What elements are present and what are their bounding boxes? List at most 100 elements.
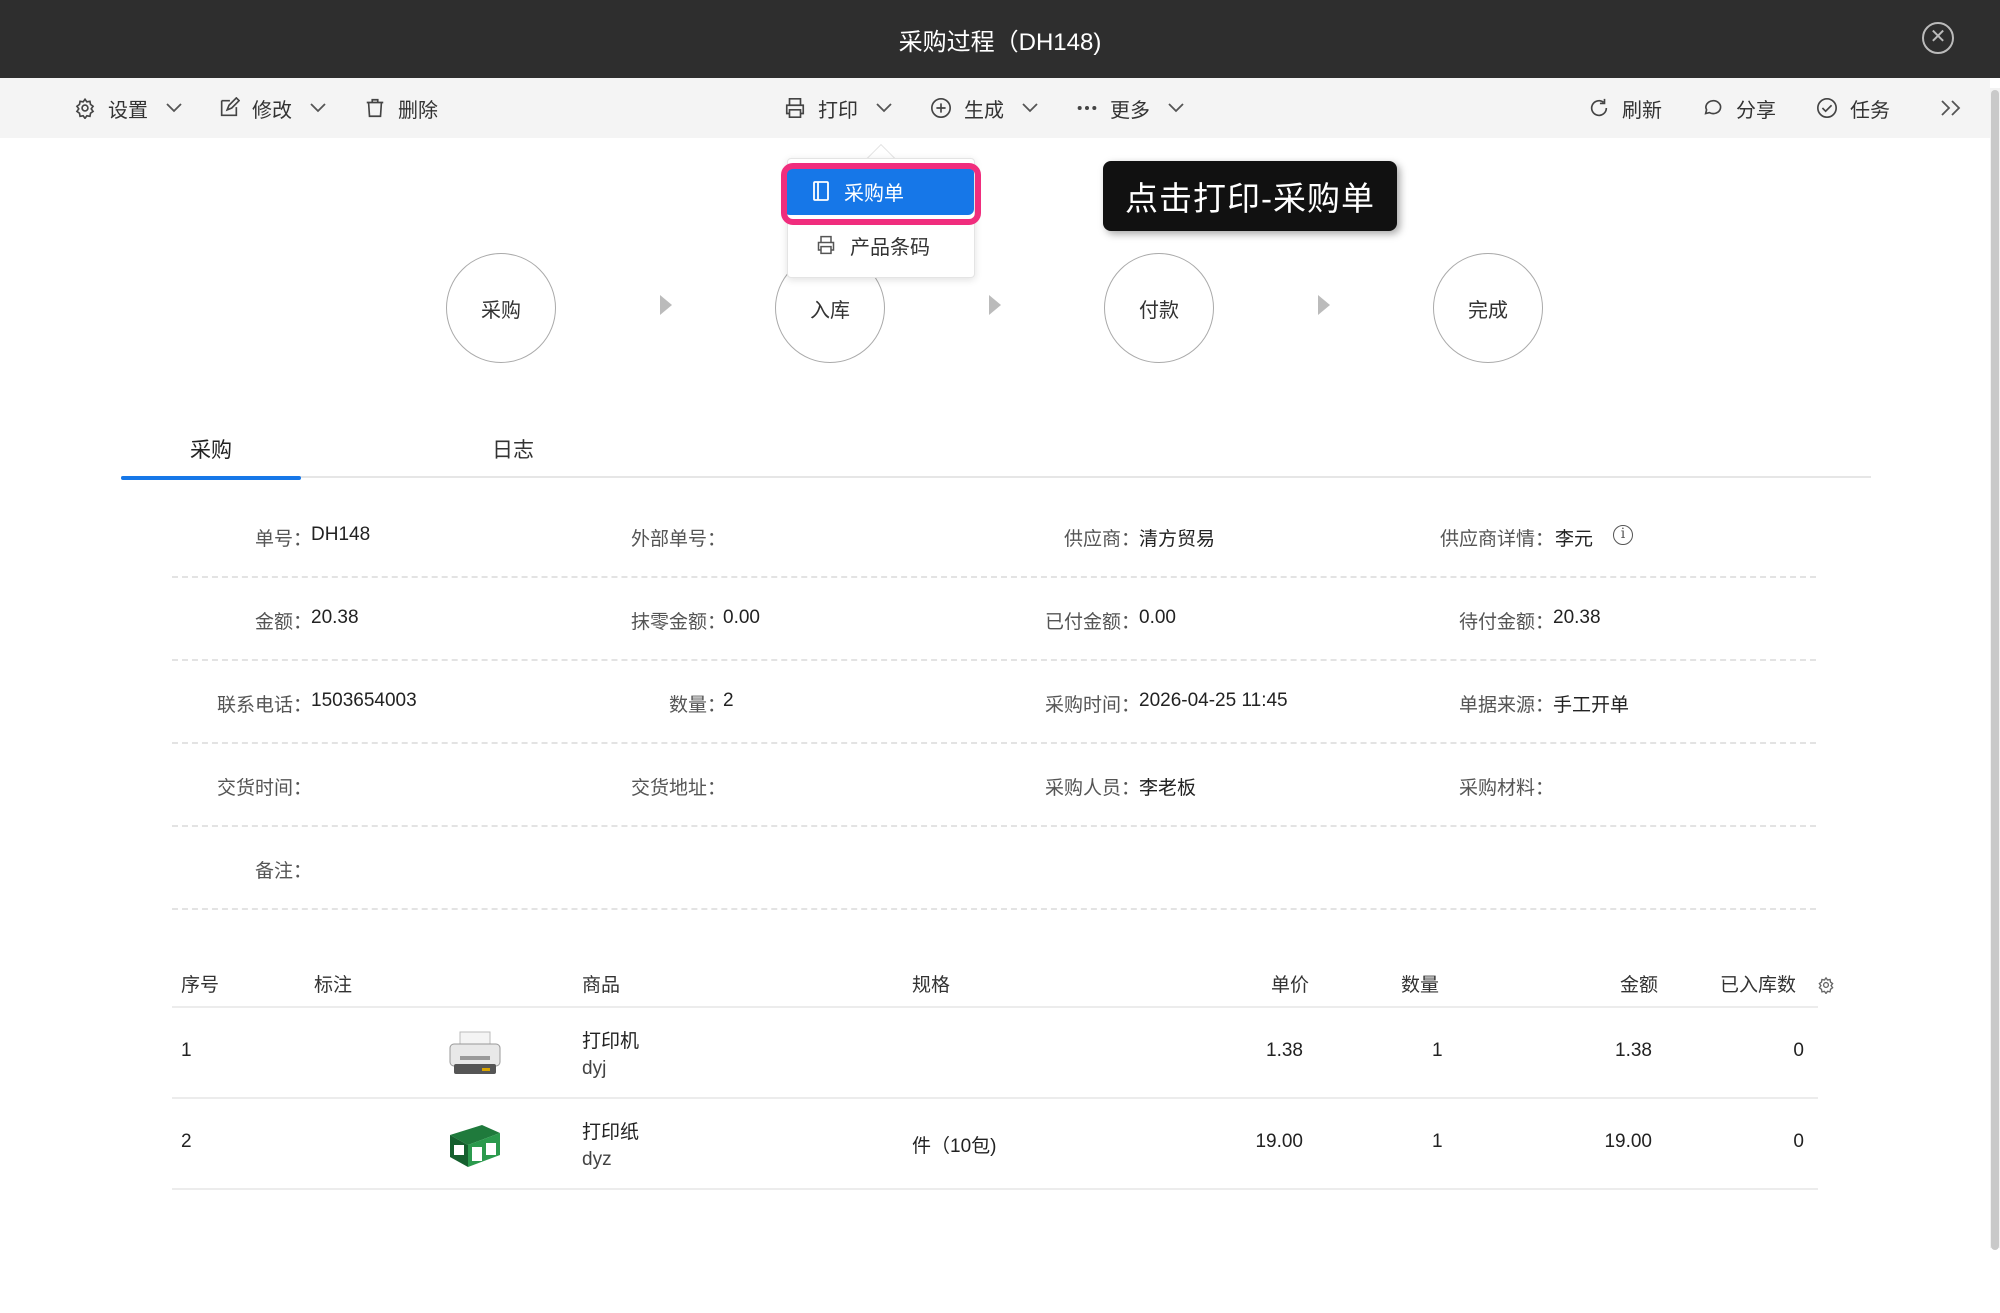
cell-qty: 1 [1432, 1131, 1443, 1152]
quantity-label: 数量： [668, 695, 726, 716]
more-button[interactable]: 更多 [1076, 78, 1184, 138]
cell-product-name: 打印纸 [582, 1122, 640, 1143]
ellipsis-icon [1077, 105, 1097, 111]
more-label: 更多 [1110, 99, 1150, 122]
cell-product-code: dyz [582, 1149, 612, 1170]
instruction-callout: 点击打印-采购单 [1103, 161, 1397, 231]
delete-label: 删除 [398, 99, 438, 122]
col-amount: 金额 [1620, 975, 1659, 996]
cell-seq: 2 [181, 1131, 192, 1152]
cell-product-name: 打印机 [582, 1031, 640, 1052]
chevron-down-icon [1168, 103, 1184, 113]
print-button[interactable]: 打印 [784, 78, 892, 138]
settings-label: 设置 [108, 99, 148, 122]
task-label: 任务 [1850, 99, 1890, 122]
source-value: 手工开单 [1553, 695, 1630, 716]
edit-label: 修改 [252, 99, 292, 122]
chevron-down-icon [1022, 103, 1038, 113]
due-value: 20.38 [1553, 607, 1601, 628]
col-spec: 规格 [912, 975, 951, 996]
field-row: 联系电话： 1503654003 数量： 2 采购时间： 2026-04-25 … [172, 661, 1816, 744]
order-no-label: 单号： [254, 529, 312, 550]
table-header: 序号 标注 商品 规格 单价 数量 金额 已入库数 [172, 958, 1834, 1008]
supplier-detail-label: 供应商详情： [1439, 529, 1554, 550]
col-stocked: 已入库数 [1720, 975, 1797, 996]
window-titlebar: 采购过程（DH148) ✕ [0, 0, 2000, 78]
share-button[interactable]: 分享 [1702, 78, 1776, 138]
step-arrow [989, 295, 1001, 315]
step-purchase[interactable]: 采购 [446, 253, 556, 363]
cell-product-code: dyj [582, 1058, 607, 1079]
cell-amount: 19.00 [1604, 1131, 1652, 1152]
active-tab-indicator [121, 476, 301, 480]
field-row: 备注： [172, 827, 1816, 910]
expand-button[interactable] [1940, 78, 1962, 138]
trash-icon [366, 98, 384, 118]
delivery-addr-label: 交货地址： [630, 778, 726, 799]
purchase-time-value: 2026-04-25 11:45 [1139, 690, 1288, 711]
supplier-value: 清方贸易 [1139, 529, 1216, 550]
rounding-value: 0.00 [723, 607, 760, 628]
tab-log[interactable]: 日志 [423, 428, 603, 478]
purchase-time-label: 采购时间： [1044, 695, 1140, 716]
cell-spec: 件（10包) [912, 1136, 997, 1157]
cell-stocked: 0 [1793, 1040, 1804, 1061]
col-seq: 序号 [181, 975, 220, 996]
step-payment[interactable]: 付款 [1104, 253, 1214, 363]
generate-button[interactable]: 生成 [930, 78, 1038, 138]
quantity-value: 2 [723, 690, 734, 711]
purchaser-value: 李老板 [1139, 778, 1197, 799]
field-row: 单号： DH148 外部单号： 供应商： 清方贸易 供应商详情： 李元 i [172, 495, 1816, 578]
window-title: 采购过程（DH148) [898, 28, 1102, 56]
edit-button[interactable]: 修改 [218, 78, 326, 138]
tab-bar: 采购 日志 [121, 428, 1871, 480]
edit-icon [220, 97, 240, 117]
chevron-down-icon [876, 103, 892, 113]
purchaser-label: 采购人员： [1044, 778, 1140, 799]
paper-product-image [450, 1125, 500, 1167]
table-row[interactable]: 2 打印纸 dyz 件（10包) 19.00 1 19.00 0 [172, 1099, 1818, 1190]
scrollbar-thumb[interactable] [1991, 90, 1999, 1250]
double-chevron-right-icon [1941, 100, 1961, 116]
col-mark: 标注 [314, 975, 353, 996]
menu-item-product-barcode[interactable]: 产品条码 [788, 221, 974, 269]
refresh-button[interactable]: 刷新 [1588, 78, 1662, 138]
toolbar: 设置 修改 删除 打印 生成 更多 刷新 分享 任务 [0, 78, 1990, 138]
phone-label: 联系电话： [216, 695, 312, 716]
delete-button[interactable]: 删除 [364, 78, 438, 138]
settings-button[interactable]: 设置 [74, 78, 182, 138]
cell-stocked: 0 [1793, 1131, 1804, 1152]
material-label: 采购材料： [1458, 778, 1554, 799]
generate-label: 生成 [964, 99, 1004, 122]
cell-price: 1.38 [1266, 1040, 1303, 1061]
remark-label: 备注： [254, 861, 312, 882]
rounding-label: 抹零金额： [630, 612, 726, 633]
gear-icon[interactable] [1817, 976, 1835, 994]
chevron-down-icon [310, 103, 326, 113]
print-label: 打印 [818, 99, 858, 122]
amount-label: 金额： [254, 612, 312, 633]
source-label: 单据来源： [1458, 695, 1554, 716]
paid-label: 已付金额： [1044, 612, 1140, 633]
step-complete[interactable]: 完成 [1433, 253, 1543, 363]
items-table: 序号 标注 商品 规格 单价 数量 金额 已入库数 1 打印机 dyj 1.38… [172, 958, 1834, 1190]
table-row[interactable]: 1 打印机 dyj 1.38 1 1.38 0 [172, 1008, 1818, 1099]
field-row: 交货时间： 交货地址： 采购人员： 李老板 采购材料： [172, 744, 1816, 827]
refresh-label: 刷新 [1622, 99, 1662, 122]
tab-label: 日志 [492, 439, 534, 462]
menu-item-label: 产品条码 [850, 236, 930, 259]
tab-label: 采购 [190, 439, 232, 462]
info-icon[interactable]: i [1613, 525, 1633, 545]
close-icon[interactable]: ✕ [1922, 22, 1954, 54]
plus-circle-icon [931, 98, 951, 118]
cell-seq: 1 [181, 1040, 192, 1061]
task-button[interactable]: 任务 [1816, 78, 1890, 138]
phone-value: 1503654003 [311, 690, 417, 711]
tab-purchase[interactable]: 采购 [121, 428, 301, 480]
cell-qty: 1 [1432, 1040, 1443, 1061]
col-price: 单价 [1271, 975, 1310, 996]
supplier-detail-value: 李元 [1555, 529, 1594, 550]
share-label: 分享 [1736, 99, 1776, 122]
supplier-label: 供应商： [1063, 529, 1140, 550]
check-circle-icon [1817, 98, 1837, 118]
